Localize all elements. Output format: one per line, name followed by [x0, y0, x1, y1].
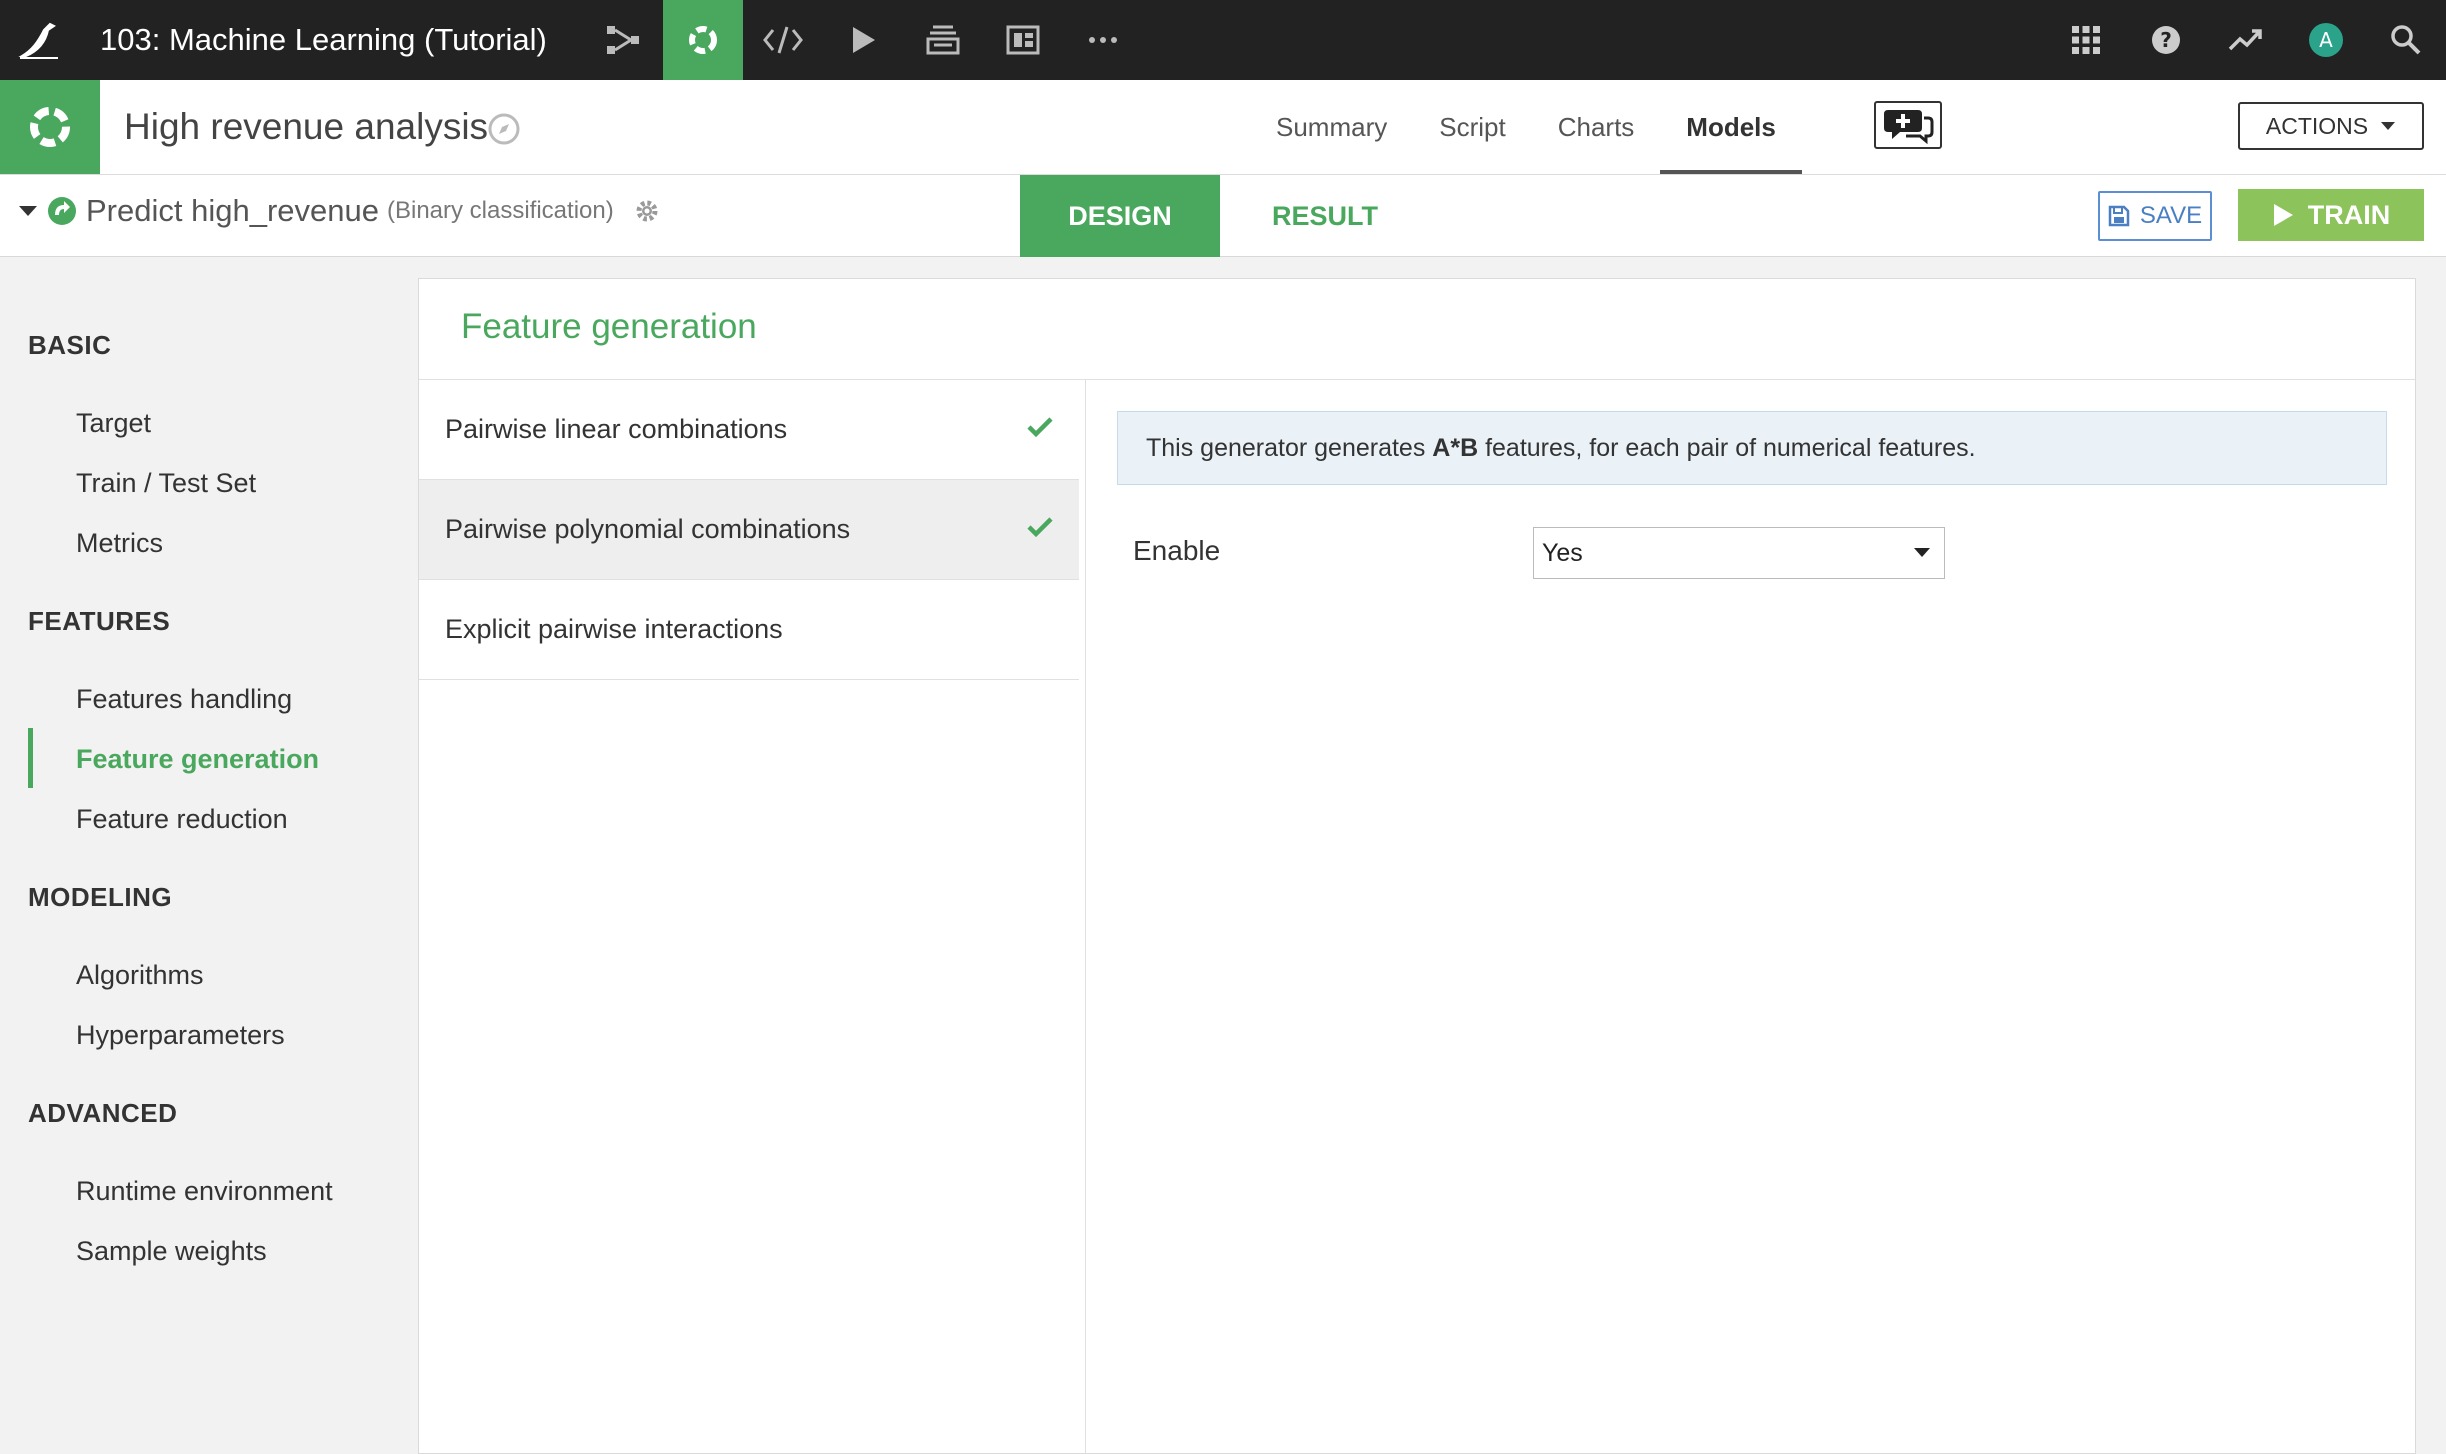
play-icon [2273, 204, 2293, 226]
task-type: (Binary classification) [386, 197, 614, 224]
check-icon [1027, 517, 1053, 538]
collapse-caret-icon[interactable] [18, 204, 38, 218]
train-button[interactable]: TRAIN [2238, 189, 2424, 241]
tab-result[interactable]: RESULT [1220, 175, 1430, 257]
bird-logo-icon[interactable] [0, 0, 80, 80]
lab-analysis-icon [0, 80, 100, 174]
task-name[interactable]: Predict high_revenue [86, 193, 379, 229]
actions-button[interactable]: ACTIONS [2238, 102, 2424, 150]
train-label: TRAIN [2307, 199, 2391, 230]
avatar[interactable]: A [2286, 0, 2366, 80]
sidebar-section-basic: BASIC [28, 330, 112, 360]
project-title[interactable]: 103: Machine Learning (Tutorial) [100, 22, 547, 58]
generator-item-linear[interactable]: Pairwise linear combinations [419, 380, 1079, 480]
tab-design[interactable]: DESIGN [1020, 175, 1220, 257]
enable-label: Enable [1133, 535, 1221, 566]
apps-grid-icon[interactable] [2046, 0, 2126, 80]
info-text-suffix: features, for each pair of numerical fea… [1478, 433, 1976, 462]
code-icon[interactable] [743, 0, 823, 80]
save-icon [2108, 205, 2130, 227]
caret-down-icon [2381, 122, 2396, 130]
sidebar-item-hyperparameters[interactable]: Hyperparameters [76, 1020, 285, 1051]
flow-icon[interactable] [583, 0, 663, 80]
sidebar-item-target[interactable]: Target [76, 408, 151, 439]
top-right-tools: ? A [2046, 0, 2446, 80]
top-navbar: 103: Machine Learning (Tutorial) ? A [0, 0, 2446, 80]
save-button[interactable]: SAVE [2098, 191, 2212, 241]
actions-label: ACTIONS [2265, 112, 2369, 139]
model-task-bar: Predict high_revenue (Binary classificat… [0, 175, 2446, 257]
feature-generation-panel: Feature generation Pairwise linear combi… [418, 278, 2416, 1454]
help-icon[interactable]: ? [2126, 0, 2206, 80]
jobs-icon[interactable] [903, 0, 983, 80]
tab-charts[interactable]: Charts [1532, 80, 1661, 174]
tab-models[interactable]: Models [1660, 80, 1802, 174]
task-header: Predict high_revenue (Binary classificat… [18, 193, 660, 229]
generator-label: Explicit pairwise interactions [445, 614, 783, 644]
sidebar-item-metrics[interactable]: Metrics [76, 528, 163, 559]
discussions-button[interactable] [1874, 101, 1942, 149]
generator-item-polynomial[interactable]: Pairwise polynomial combinations [419, 480, 1079, 580]
enable-select-value: Yes [1542, 538, 1583, 567]
tab-summary[interactable]: Summary [1250, 80, 1413, 174]
design-sidebar: BASIC Target Train / Test Set Metrics FE… [0, 258, 418, 1454]
analysis-tabs: Summary Script Charts Models [1250, 80, 1802, 174]
sidebar-item-runtime-environment[interactable]: Runtime environment [76, 1176, 333, 1207]
sidebar-item-train-test-set[interactable]: Train / Test Set [76, 468, 256, 499]
sidebar-section-advanced: ADVANCED [28, 1098, 178, 1128]
more-icon[interactable] [1063, 0, 1143, 80]
active-item-marker [28, 728, 33, 788]
save-label: SAVE [2139, 202, 2203, 229]
generator-label: Pairwise polynomial combinations [445, 514, 851, 544]
sidebar-item-feature-generation[interactable]: Feature generation [76, 744, 319, 775]
sidebar-item-algorithms[interactable]: Algorithms [76, 960, 204, 991]
search-icon[interactable] [2366, 0, 2446, 80]
info-text-prefix: This generator generates [1146, 433, 1433, 462]
sidebar-item-sample-weights[interactable]: Sample weights [76, 1236, 267, 1267]
run-icon[interactable] [823, 0, 903, 80]
dashboard-icon[interactable] [983, 0, 1063, 80]
sidebar-section-modeling: MODELING [28, 882, 173, 912]
check-icon [1027, 417, 1053, 438]
info-text-bold: A*B [1432, 433, 1479, 462]
activity-icon[interactable] [2206, 0, 2286, 80]
generator-label: Pairwise linear combinations [445, 414, 788, 444]
add-discussion-icon [1884, 110, 1934, 144]
panel-vertical-divider [1085, 380, 1086, 1453]
enable-select[interactable]: Yes [1533, 527, 1945, 579]
analysis-header: High revenue analysis Summary Script Cha… [0, 80, 2446, 175]
sidebar-section-features: FEATURES [28, 606, 171, 636]
select-caret-icon [1914, 548, 1930, 557]
generator-list: Pairwise linear combinations Pairwise po… [419, 380, 1079, 680]
panel-title: Feature generation [461, 307, 757, 346]
tab-script[interactable]: Script [1413, 80, 1531, 174]
svg-text:A: A [2319, 28, 2333, 52]
generator-info-box: This generator generates A*B features, f… [1117, 411, 2387, 485]
sidebar-item-feature-reduction[interactable]: Feature reduction [76, 804, 288, 835]
lab-icon[interactable] [662, 0, 743, 80]
compass-icon[interactable] [487, 112, 521, 151]
generator-item-explicit[interactable]: Explicit pairwise interactions [419, 580, 1079, 680]
analysis-title[interactable]: High revenue analysis [124, 106, 488, 148]
sidebar-item-features-handling[interactable]: Features handling [76, 684, 292, 715]
prediction-icon [48, 197, 76, 225]
gear-icon[interactable] [634, 198, 660, 224]
svg-text:?: ? [2160, 28, 2172, 52]
